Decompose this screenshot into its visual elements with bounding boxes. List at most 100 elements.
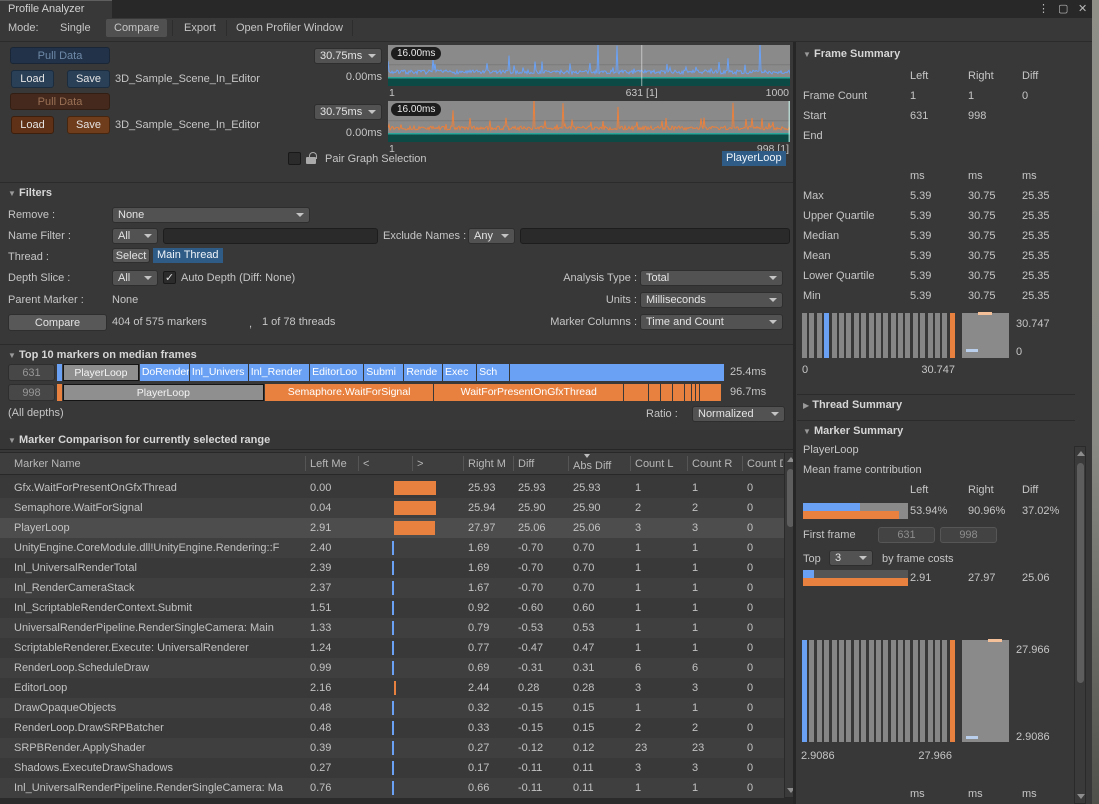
tab-profile-analyzer[interactable]: Profile Analyzer [0, 0, 112, 18]
frame-summary-header[interactable]: ▼ Frame Summary [803, 48, 900, 60]
marker-segment[interactable] [696, 384, 699, 401]
marker-segment-Sch[interactable]: Sch [477, 364, 509, 381]
marker-segment-Rende[interactable]: Rende [404, 364, 442, 381]
cell-count-left: 23 [635, 742, 685, 754]
table-row-UnityEngine.CoreModule.dll!UnityEngine.Rendering::F[interactable]: UnityEngine.CoreModule.dll!UnityEngine.R… [0, 538, 784, 558]
marker-segment[interactable] [57, 384, 62, 401]
table-row-UniversalRenderPipeline.RenderSingleCamera: Main[interactable]: UniversalRenderPipeline.RenderSingleCame… [0, 618, 784, 638]
marker-segment[interactable] [661, 384, 672, 401]
table-row-Inl_UniversalRenderTotal[interactable]: Inl_UniversalRenderTotal2.391.69-0.700.7… [0, 558, 784, 578]
left-graph-scale-dropdown[interactable]: 30.75ms [314, 48, 382, 64]
table-row-Shadows.ExecuteDrawShadows[interactable]: Shadows.ExecuteDrawShadows0.270.17-0.110… [0, 758, 784, 778]
comparison-header[interactable]: ▼ Marker Comparison for currently select… [8, 434, 270, 446]
save-button-right[interactable]: Save [67, 116, 110, 134]
column-left-median[interactable]: Left Me [310, 458, 357, 470]
top10-header[interactable]: ▼ Top 10 markers on median frames [8, 349, 197, 361]
marker-segment-Submi[interactable]: Submi [364, 364, 403, 381]
top10-frame-left-button[interactable]: 631 [8, 364, 55, 381]
marker-segment-Inl_Render[interactable]: Inl_Render [249, 364, 309, 381]
pull-data-button-right[interactable]: Pull Data [10, 93, 110, 110]
analysis-type-dropdown[interactable]: Total [640, 270, 783, 286]
marker-segment[interactable] [649, 384, 660, 401]
exclude-names-input[interactable] [520, 228, 790, 244]
top10-bar-left[interactable]: PlayerLoopDoRenderLInl_UniversInl_Render… [57, 364, 725, 381]
right-frame-graph[interactable] [388, 101, 790, 142]
table-row-ScriptableRenderer.Execute: UniversalRenderer[interactable]: ScriptableRenderer.Execute: UniversalRen… [0, 638, 784, 658]
summary-panel-scrollbar[interactable] [1074, 446, 1086, 804]
top-n-dropdown[interactable]: 3 [829, 550, 873, 566]
load-button-left[interactable]: Load [11, 70, 54, 88]
column-count-diff[interactable]: Count D [747, 458, 783, 470]
left-frame-graph[interactable] [388, 45, 790, 86]
column-diff[interactable]: Diff [518, 458, 566, 470]
window-menu-icon[interactable]: ⋮ [1038, 2, 1049, 15]
scroll-up-icon[interactable] [1077, 451, 1085, 456]
table-row-RenderLoop.DrawSRPBatcher[interactable]: RenderLoop.DrawSRPBatcher0.480.33-0.150.… [0, 718, 784, 738]
close-icon[interactable]: ✕ [1078, 2, 1087, 15]
scrollbar-thumb[interactable] [1077, 463, 1084, 683]
auto-depth-checkbox[interactable]: ✓ [163, 271, 176, 284]
table-row-Inl_ScriptableRenderContext.Submit[interactable]: Inl_ScriptableRenderContext.Submit1.510.… [0, 598, 784, 618]
first-frame-right-button[interactable]: 998 [940, 527, 997, 543]
top10-frame-right-button[interactable]: 998 [8, 384, 55, 401]
marker-segment-Inl_Univers[interactable]: Inl_Univers [190, 364, 248, 381]
column-right-bar[interactable]: > [417, 458, 461, 470]
table-row-Inl_RenderCameraStack[interactable]: Inl_RenderCameraStack2.371.67-0.700.7011… [0, 578, 784, 598]
toolbar-button-export[interactable]: Export [176, 19, 224, 37]
table-row-Inl_UniversalRenderPipeline.RenderSingleCamera: Ma[interactable]: Inl_UniversalRenderPipeline.RenderSingle… [0, 778, 784, 798]
table-row-EditorLoop[interactable]: EditorLoop2.162.440.280.28330 [0, 678, 784, 698]
pair-graph-selection-checkbox[interactable] [288, 152, 301, 165]
load-button-right[interactable]: Load [11, 116, 54, 134]
remove-dropdown[interactable]: None [112, 207, 310, 223]
table-row-Gfx.WaitForPresentOnGfxThread[interactable]: Gfx.WaitForPresentOnGfxThread0.0025.9325… [0, 478, 784, 498]
marker-segment[interactable] [685, 384, 691, 401]
filters-header[interactable]: ▼ Filters [8, 187, 52, 199]
thread-summary-header[interactable]: ▶ Thread Summary [803, 399, 902, 411]
table-row-PlayerLoop[interactable]: PlayerLoop2.9127.9725.0625.06330 [0, 518, 784, 538]
marker-segment-PlayerLoop[interactable]: PlayerLoop [63, 364, 139, 381]
thread-select-button[interactable]: Select [112, 248, 150, 263]
first-frame-left-button[interactable]: 631 [878, 527, 935, 543]
marker-segment-Semaphore.WaitForSignal[interactable]: Semaphore.WaitForSignal [265, 384, 434, 401]
marker-segment[interactable] [700, 384, 722, 401]
marker-segment[interactable] [57, 364, 62, 381]
marker-segment[interactable] [692, 384, 695, 401]
ratio-dropdown[interactable]: Normalized [692, 406, 785, 422]
right-graph-scale-dropdown[interactable]: 30.75ms [314, 104, 382, 120]
exclude-mode-dropdown[interactable]: Any [468, 228, 515, 244]
column-count-left[interactable]: Count L [635, 458, 684, 470]
marker-segment-DoRenderL[interactable]: DoRenderL [140, 364, 189, 381]
toolbar-button-single[interactable]: Single [52, 19, 99, 37]
scroll-down-icon[interactable] [1077, 794, 1085, 799]
table-row-SRPBRender.ApplyShader[interactable]: SRPBRender.ApplyShader0.390.27-0.120.122… [0, 738, 784, 758]
column-left-bar[interactable]: < [363, 458, 407, 470]
column-marker-name[interactable]: Marker Name [14, 458, 299, 470]
table-row-DrawOpaqueObjects[interactable]: DrawOpaqueObjects0.480.32-0.150.15110 [0, 698, 784, 718]
toolbar-button-open-profiler[interactable]: Open Profiler Window [228, 19, 351, 37]
marker-segment[interactable] [510, 364, 724, 381]
depth-slice-dropdown[interactable]: All [112, 270, 158, 286]
pull-data-button-left[interactable]: Pull Data [10, 47, 110, 64]
marker-segment[interactable] [673, 384, 684, 401]
table-row-Semaphore.WaitForSignal[interactable]: Semaphore.WaitForSignal0.0425.9425.9025.… [0, 498, 784, 518]
marker-segment-WaitForPresentOnGfxThread[interactable]: WaitForPresentOnGfxThread [434, 384, 623, 401]
table-row-RenderLoop.ScheduleDraw[interactable]: RenderLoop.ScheduleDraw0.990.69-0.310.31… [0, 658, 784, 678]
marker-columns-dropdown[interactable]: Time and Count [640, 314, 783, 330]
units-dropdown[interactable]: Milliseconds [640, 292, 783, 308]
column-count-right[interactable]: Count R [692, 458, 740, 470]
marker-segment-Exec[interactable]: Exec [443, 364, 476, 381]
top10-bar-right[interactable]: PlayerLoopSemaphore.WaitForSignalWaitFor… [57, 384, 725, 401]
save-button-left[interactable]: Save [67, 70, 110, 88]
maximize-icon[interactable]: ▢ [1058, 2, 1068, 15]
panel-divider[interactable] [793, 42, 796, 804]
name-filter-input[interactable] [163, 228, 378, 244]
column-abs-diff[interactable]: Abs Diff [573, 460, 626, 472]
name-filter-mode-dropdown[interactable]: All [112, 228, 158, 244]
marker-segment[interactable] [624, 384, 648, 401]
toolbar-button-compare[interactable]: Compare [106, 19, 167, 37]
marker-segment-PlayerLoop[interactable]: PlayerLoop [63, 384, 264, 401]
compare-button[interactable]: Compare [8, 314, 107, 331]
marker-segment-EditorLoo[interactable]: EditorLoo [310, 364, 363, 381]
marker-summary-header[interactable]: ▼ Marker Summary [803, 425, 903, 437]
column-right-median[interactable]: Right M [468, 458, 512, 470]
